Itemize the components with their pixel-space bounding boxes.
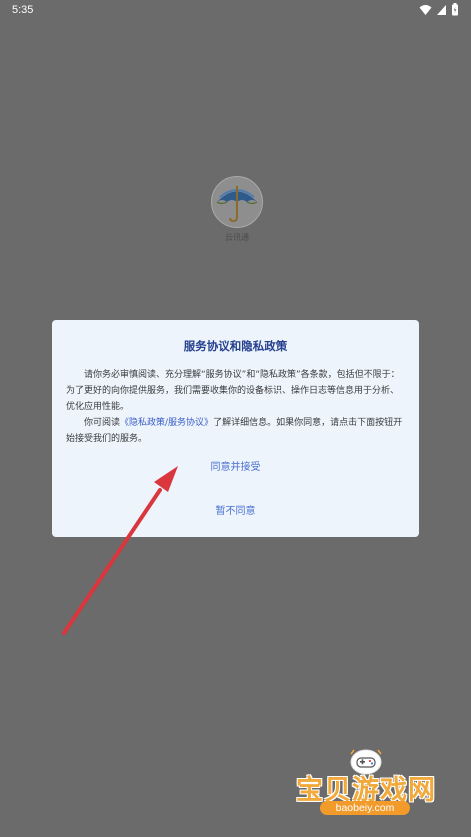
watermark: 宝贝游戏网 baobeiy.com	[292, 748, 440, 830]
dialog-paragraph-1: 请你务必审慎阅读、充分理解“服务协议”和“隐私政策”各条款，包括但不限于：为了更…	[66, 370, 400, 412]
umbrella-icon	[216, 186, 258, 223]
signal-icon	[437, 4, 446, 15]
dialog-title: 服务协议和隐私政策	[183, 339, 288, 353]
accept-button[interactable]: 同意并接受	[0, 458, 471, 473]
dialog-body: 请你务必审慎阅读、充分理解“服务协议”和“隐私政策”各条款，包括但不限于：为了更…	[66, 367, 405, 447]
app-logo	[211, 176, 263, 228]
wifi-icon	[419, 4, 432, 15]
dialog-paragraph-2: 你可阅读《隐私政策/服务协议》了解详细信息。如果你同意，请点击下面按钮开始接受我…	[66, 415, 405, 447]
privacy-policy-link[interactable]: 《隐私政策/服务协议》	[120, 418, 213, 428]
status-time: 5:35	[12, 4, 34, 16]
watermark-url: baobeiy.com	[320, 801, 410, 815]
paragraph-2-before: 你可阅读	[84, 418, 121, 428]
app-name: 云讯通	[225, 233, 249, 242]
status-bar: 5:35	[0, 0, 471, 22]
battery-icon	[452, 3, 458, 16]
decline-button[interactable]: 暂不同意	[0, 502, 471, 517]
status-icons	[419, 3, 459, 16]
app-logo-block: 云讯通	[210, 176, 264, 243]
